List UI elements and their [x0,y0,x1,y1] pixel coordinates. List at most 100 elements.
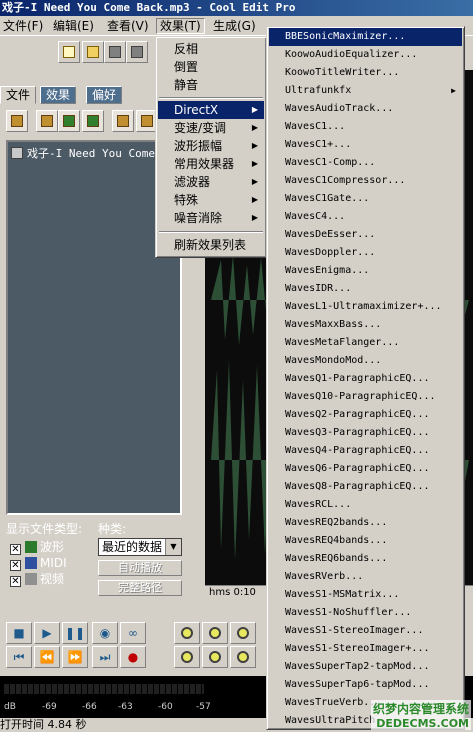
menu-item-special[interactable]: 特殊 ▶ [158,191,264,209]
fx-item-ultrafunkfx[interactable]: Ultrafunkfx ▶ [269,82,462,100]
menu-item-directx[interactable]: DirectX ▶ [158,101,264,119]
insert-button[interactable] [58,110,80,132]
fx-item[interactable]: WavesS1-StereoImager+... [269,640,462,658]
menu-generate[interactable]: 生成(G) [210,18,259,34]
fx-item[interactable]: WavesC1Compressor... [269,172,462,190]
fx-item[interactable]: WavesQ1-ParagraphicEQ... [269,370,462,388]
fx-item[interactable]: WavesRCL... [269,496,462,514]
options-button[interactable] [112,110,134,132]
fx-item[interactable]: WavesL1-Ultramaximizer+... [269,298,462,316]
fx-item[interactable]: WavesRVerb... [269,568,462,586]
type-video-checkbox[interactable]: ✕ 视频 [10,572,64,587]
fx-item[interactable]: WavesREQ4bands... [269,532,462,550]
type-midi-checkbox[interactable]: ✕ MIDI [10,556,67,571]
menu-view[interactable]: 查看(V) [104,18,152,34]
tab-effects[interactable]: 效果 [40,86,77,104]
fx-item[interactable]: WavesAudioTrack... [269,100,462,118]
fast-forward-button[interactable]: ⏩ [62,646,88,668]
record-button[interactable]: ● [120,646,146,668]
zoom-in-button[interactable] [174,622,200,644]
import-button[interactable] [36,110,58,132]
submenu-arrow-icon: ▶ [251,177,258,186]
zoom-out-button[interactable] [202,622,228,644]
menu-item-reverse[interactable]: 倒置 [158,58,264,76]
checkbox-check-icon: ✕ [10,576,21,587]
menu-item-refresh-effects[interactable]: 刷新效果列表 [158,236,264,254]
tab-files[interactable]: 文件 [0,86,37,104]
go-to-start-button[interactable]: ⏮ [6,646,32,668]
fx-item[interactable]: WavesC1... [269,118,462,136]
fx-item[interactable]: WavesC1+... [269,136,462,154]
fx-item[interactable]: WavesSuperTap6-tapMod... [269,676,462,694]
menu-item-invert[interactable]: 反相 [158,40,264,58]
menu-item-silence[interactable]: 静音 [158,76,264,94]
fx-item[interactable]: WavesQ3-ParagraphicEQ... [269,424,462,442]
menu-edit[interactable]: 编辑(E) [50,18,97,34]
save-all-button[interactable] [126,41,148,63]
fx-item[interactable]: WavesMetaFlanger... [269,334,462,352]
fx-item[interactable]: WavesC1-Comp... [269,154,462,172]
menu-item-amplitude[interactable]: 波形振幅 ▶ [158,137,264,155]
window-title: 戏子-I Need You Come Back.mp3 - Cool Edit … [2,1,296,14]
menu-item-time-pitch[interactable]: 变速/变调 ▶ [158,119,264,137]
menu-item-label: 波形振幅 [174,139,223,153]
fx-item[interactable]: WavesIDR... [269,280,462,298]
menu-effects[interactable]: 效果(T) [156,18,205,34]
menu-item-filters[interactable]: 滤波器 ▶ [158,173,264,191]
zoom-selection-icon [181,651,193,663]
submenu-arrow-icon: ▶ [251,105,258,114]
play-button[interactable]: ▶ [34,622,60,644]
edit-icon [87,115,99,127]
fx-item[interactable]: WavesS1-MSMatrix... [269,586,462,604]
zoom-left-button[interactable] [202,646,228,668]
zoom-full-button[interactable] [230,622,256,644]
folder-icon [87,46,99,58]
fx-item[interactable]: WavesC4... [269,208,462,226]
fx-item[interactable]: WavesDeEsser... [269,226,462,244]
fx-item[interactable]: KoowoTitleWriter... [269,64,462,82]
play-icon: ▶ [42,626,52,640]
menu-item-noise-reduction[interactable]: 噪音消除 ▶ [158,209,264,227]
fx-item[interactable]: WavesEnigma... [269,262,462,280]
open-folder-button[interactable] [6,110,28,132]
zoom-right-button[interactable] [230,646,256,668]
type-wave-checkbox[interactable]: ✕ 波形 [10,540,64,555]
rewind-button[interactable]: ⏪ [34,646,60,668]
chevron-down-icon[interactable]: ▼ [165,539,181,555]
fx-item[interactable]: WavesREQ2bands... [269,514,462,532]
open-file-button[interactable] [82,41,104,63]
fx-item[interactable]: WavesQ4-ParagraphicEQ... [269,442,462,460]
fx-item[interactable]: WavesS1-NoShuffler... [269,604,462,622]
fx-item[interactable]: WavesMaxxBass... [269,316,462,334]
fx-item[interactable]: WavesC1Gate... [269,190,462,208]
fx-item[interactable]: WavesQ6-ParagraphicEQ... [269,460,462,478]
full-path-button[interactable]: 完整路径 [98,580,182,596]
fx-item[interactable]: WavesQ10-ParagraphicEQ... [269,388,462,406]
watermark-line2: DEDECMS.COM [370,717,471,730]
menu-file[interactable]: 文件(F) [0,18,46,34]
fx-item[interactable]: KoowoAudioEqualizer... [269,46,462,64]
meter-tick: -60 [158,702,173,712]
play-to-end-button[interactable]: ◉ [92,622,118,644]
sort-select[interactable]: 最近的数据 ▼ [98,538,182,556]
go-to-end-button[interactable]: ⏭ [92,646,118,668]
new-file-button[interactable] [58,41,80,63]
zoom-selection-button[interactable] [174,646,200,668]
fx-item[interactable]: WavesMondoMod... [269,352,462,370]
auto-play-button[interactable]: 自动播放 [98,560,182,576]
fx-item[interactable]: WavesDoppler... [269,244,462,262]
save-button[interactable] [104,41,126,63]
fx-item[interactable]: WavesQ2-ParagraphicEQ... [269,406,462,424]
tab-favorites[interactable]: 偏好 [86,86,123,104]
pause-icon: ❚❚ [64,626,86,640]
fx-item[interactable]: WavesSuperTap2-tapMod... [269,658,462,676]
fx-item[interactable]: BBESonicMaximizer... [269,28,462,46]
fx-item[interactable]: WavesREQ6bands... [269,550,462,568]
loop-button[interactable]: ∞ [120,622,146,644]
pause-button[interactable]: ❚❚ [62,622,88,644]
stop-button[interactable]: ■ [6,622,32,644]
menu-item-common-effects[interactable]: 常用效果器 ▶ [158,155,264,173]
edit-button[interactable] [82,110,104,132]
fx-item[interactable]: WavesQ8-ParagraphicEQ... [269,478,462,496]
fx-item[interactable]: WavesS1-StereoImager... [269,622,462,640]
